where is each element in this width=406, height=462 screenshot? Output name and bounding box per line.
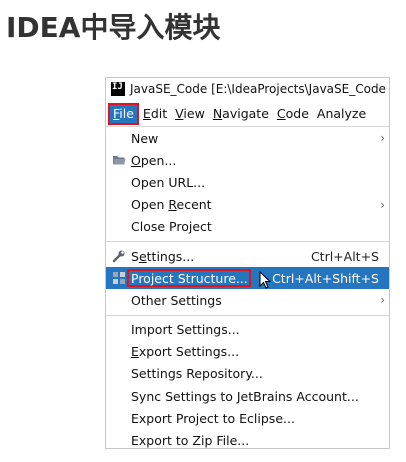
menu-item-export-zip[interactable]: Export to Zip File...: [106, 429, 389, 449]
menu-item-open-url[interactable]: Open URL...: [106, 171, 389, 193]
wrench-icon: [112, 249, 126, 263]
menu-edit[interactable]: Edit: [139, 103, 171, 125]
menu-view[interactable]: View: [171, 103, 209, 125]
menu-code[interactable]: Code: [273, 103, 313, 125]
menu-item-label: Sync Settings to JetBrains Account...: [131, 388, 359, 404]
menu-item-label: Export to Zip File...: [131, 433, 250, 449]
menu-item-settings[interactable]: Settings... Ctrl+Alt+S: [106, 245, 389, 267]
shortcut-label: Ctrl+Alt+Shift+S: [272, 270, 379, 286]
menu-item-label: New: [131, 130, 159, 146]
project-structure-icon: [112, 271, 126, 285]
menu-file[interactable]: File: [108, 103, 139, 125]
menu-separator: [106, 240, 389, 242]
menu-analyze[interactable]: Analyze: [313, 103, 370, 125]
menu-item-label: Close Project: [131, 219, 212, 235]
menu-item-export-eclipse[interactable]: Export Project to Eclipse...: [106, 407, 389, 429]
menu-item-label: Import Settings...: [131, 322, 240, 338]
page-title: IDEA中导入模块: [6, 11, 221, 44]
menu-separator: [106, 314, 389, 316]
menu-item-export-settings[interactable]: Export Settings...: [106, 341, 389, 363]
menu-item-new[interactable]: New ›: [106, 127, 389, 149]
menu-item-sync-settings[interactable]: Sync Settings to JetBrains Account...: [106, 385, 389, 407]
submenu-arrow-icon: ›: [380, 197, 385, 212]
menu-item-other-settings[interactable]: Other Settings ›: [106, 289, 389, 311]
menu-item-label: Export Settings...: [131, 344, 240, 360]
shortcut-label: Ctrl+Alt+S: [310, 248, 379, 264]
menu-item-label: Open Recent: [131, 197, 212, 213]
ide-window-screenshot: IJ JavaSE_Code [E:\IdeaProjects\JavaSE_C…: [105, 77, 390, 449]
menu-navigate[interactable]: Navigate: [209, 103, 273, 125]
intellij-app-icon: IJ: [111, 82, 125, 96]
menu-item-label: Other Settings: [131, 292, 222, 308]
menu-item-project-structure[interactable]: Project Structure... Ctrl+Alt+Shift+S: [106, 267, 389, 290]
menu-item-label: Settings...: [131, 248, 195, 264]
menu-item-close-project[interactable]: Close Project: [106, 216, 389, 238]
window-titlebar: IJ JavaSE_Code [E:\IdeaProjects\JavaSE_C…: [106, 78, 389, 100]
menu-item-label: Open URL...: [131, 174, 206, 190]
menu-bar: File Edit View Navigate Code Analyze: [106, 102, 389, 127]
menu-item-import-settings[interactable]: Import Settings...: [106, 319, 389, 341]
submenu-arrow-icon: ›: [380, 293, 385, 308]
folder-icon: [112, 153, 126, 167]
menu-item-label: Project Structure...: [131, 270, 248, 286]
file-menu-dropdown: New › Open... Open URL... Open Recent › …: [106, 127, 389, 449]
menu-item-label: Export Project to Eclipse...: [131, 410, 295, 426]
submenu-arrow-icon: ›: [380, 131, 385, 146]
menu-item-open-recent[interactable]: Open Recent ›: [106, 194, 389, 216]
menu-item-label: Open...: [131, 152, 177, 168]
menu-item-open[interactable]: Open...: [106, 149, 389, 171]
menu-item-label: Settings Repository...: [131, 366, 263, 382]
window-title: JavaSE_Code [E:\IdeaProjects\JavaSE_Code: [130, 82, 386, 96]
menu-item-settings-repository[interactable]: Settings Repository...: [106, 363, 389, 385]
